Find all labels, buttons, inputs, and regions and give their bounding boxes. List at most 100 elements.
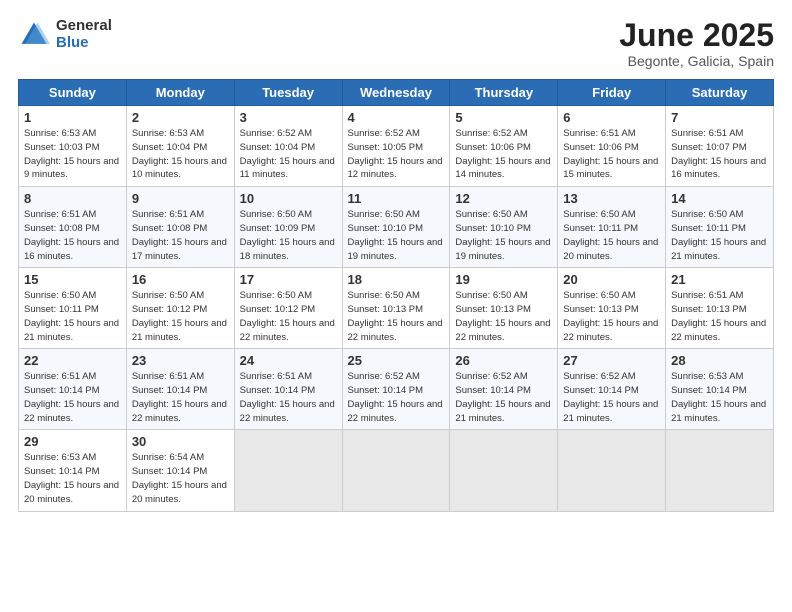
calendar-cell: 16 Sunrise: 6:50 AMSunset: 10:12 PMDayli… [126,268,234,349]
calendar-week-row: 8 Sunrise: 6:51 AMSunset: 10:08 PMDaylig… [19,187,774,268]
calendar-cell: 10 Sunrise: 6:50 AMSunset: 10:09 PMDayli… [234,187,342,268]
logo-text: General Blue [56,18,112,51]
header-tuesday: Tuesday [234,80,342,106]
calendar-cell: 1 Sunrise: 6:53 AMSunset: 10:03 PMDaylig… [19,106,127,187]
calendar: Sunday Monday Tuesday Wednesday Thursday… [18,79,774,511]
day-info: Sunrise: 6:52 AMSunset: 10:06 PMDaylight… [455,128,550,180]
calendar-cell [558,430,666,511]
day-info: Sunrise: 6:51 AMSunset: 10:13 PMDaylight… [671,290,766,342]
day-info: Sunrise: 6:51 AMSunset: 10:14 PMDaylight… [24,371,119,423]
calendar-week-row: 1 Sunrise: 6:53 AMSunset: 10:03 PMDaylig… [19,106,774,187]
day-info: Sunrise: 6:51 AMSunset: 10:08 PMDaylight… [132,209,227,261]
header-saturday: Saturday [666,80,774,106]
day-number: 22 [24,353,121,368]
header-thursday: Thursday [450,80,558,106]
day-number: 7 [671,110,768,125]
day-info: Sunrise: 6:50 AMSunset: 10:12 PMDaylight… [132,290,227,342]
logo-icon [18,19,50,51]
calendar-cell: 13 Sunrise: 6:50 AMSunset: 10:11 PMDayli… [558,187,666,268]
day-info: Sunrise: 6:51 AMSunset: 10:06 PMDaylight… [563,128,658,180]
day-number: 21 [671,272,768,287]
calendar-cell: 27 Sunrise: 6:52 AMSunset: 10:14 PMDayli… [558,349,666,430]
day-number: 28 [671,353,768,368]
day-number: 19 [455,272,552,287]
day-info: Sunrise: 6:50 AMSunset: 10:11 PMDaylight… [24,290,119,342]
calendar-cell: 6 Sunrise: 6:51 AMSunset: 10:06 PMDaylig… [558,106,666,187]
logo-general: General [56,18,112,35]
calendar-cell: 7 Sunrise: 6:51 AMSunset: 10:07 PMDaylig… [666,106,774,187]
calendar-cell: 21 Sunrise: 6:51 AMSunset: 10:13 PMDayli… [666,268,774,349]
day-info: Sunrise: 6:50 AMSunset: 10:11 PMDaylight… [563,209,658,261]
header-sunday: Sunday [19,80,127,106]
day-info: Sunrise: 6:51 AMSunset: 10:08 PMDaylight… [24,209,119,261]
calendar-cell: 11 Sunrise: 6:50 AMSunset: 10:10 PMDayli… [342,187,450,268]
day-info: Sunrise: 6:50 AMSunset: 10:10 PMDaylight… [348,209,443,261]
day-number: 5 [455,110,552,125]
day-number: 16 [132,272,229,287]
page: General Blue June 2025 Begonte, Galicia,… [0,0,792,612]
calendar-cell: 2 Sunrise: 6:53 AMSunset: 10:04 PMDaylig… [126,106,234,187]
day-number: 30 [132,434,229,449]
day-number: 15 [24,272,121,287]
day-info: Sunrise: 6:50 AMSunset: 10:13 PMDaylight… [563,290,658,342]
calendar-cell: 24 Sunrise: 6:51 AMSunset: 10:14 PMDayli… [234,349,342,430]
calendar-cell: 5 Sunrise: 6:52 AMSunset: 10:06 PMDaylig… [450,106,558,187]
calendar-cell [450,430,558,511]
title-area: June 2025 Begonte, Galicia, Spain [619,18,774,69]
logo: General Blue [18,18,112,51]
day-number: 24 [240,353,337,368]
day-number: 17 [240,272,337,287]
calendar-cell: 26 Sunrise: 6:52 AMSunset: 10:14 PMDayli… [450,349,558,430]
calendar-cell: 12 Sunrise: 6:50 AMSunset: 10:10 PMDayli… [450,187,558,268]
calendar-header-row: Sunday Monday Tuesday Wednesday Thursday… [19,80,774,106]
day-number: 10 [240,191,337,206]
header-monday: Monday [126,80,234,106]
day-number: 14 [671,191,768,206]
calendar-cell: 25 Sunrise: 6:52 AMSunset: 10:14 PMDayli… [342,349,450,430]
calendar-week-row: 22 Sunrise: 6:51 AMSunset: 10:14 PMDayli… [19,349,774,430]
header-wednesday: Wednesday [342,80,450,106]
calendar-cell: 18 Sunrise: 6:50 AMSunset: 10:13 PMDayli… [342,268,450,349]
calendar-cell [666,430,774,511]
day-info: Sunrise: 6:52 AMSunset: 10:05 PMDaylight… [348,128,443,180]
day-number: 8 [24,191,121,206]
logo-blue: Blue [56,35,112,52]
day-info: Sunrise: 6:52 AMSunset: 10:14 PMDaylight… [455,371,550,423]
day-info: Sunrise: 6:53 AMSunset: 10:04 PMDaylight… [132,128,227,180]
calendar-cell: 19 Sunrise: 6:50 AMSunset: 10:13 PMDayli… [450,268,558,349]
header-friday: Friday [558,80,666,106]
day-number: 9 [132,191,229,206]
calendar-cell: 17 Sunrise: 6:50 AMSunset: 10:12 PMDayli… [234,268,342,349]
day-number: 23 [132,353,229,368]
day-info: Sunrise: 6:53 AMSunset: 10:14 PMDaylight… [671,371,766,423]
day-number: 1 [24,110,121,125]
calendar-cell: 29 Sunrise: 6:53 AMSunset: 10:14 PMDayli… [19,430,127,511]
calendar-cell [342,430,450,511]
day-info: Sunrise: 6:50 AMSunset: 10:13 PMDaylight… [455,290,550,342]
day-info: Sunrise: 6:53 AMSunset: 10:03 PMDaylight… [24,128,119,180]
calendar-cell: 8 Sunrise: 6:51 AMSunset: 10:08 PMDaylig… [19,187,127,268]
calendar-cell: 20 Sunrise: 6:50 AMSunset: 10:13 PMDayli… [558,268,666,349]
day-info: Sunrise: 6:51 AMSunset: 10:14 PMDaylight… [132,371,227,423]
day-info: Sunrise: 6:51 AMSunset: 10:14 PMDaylight… [240,371,335,423]
header: General Blue June 2025 Begonte, Galicia,… [18,18,774,69]
calendar-cell [234,430,342,511]
calendar-cell: 28 Sunrise: 6:53 AMSunset: 10:14 PMDayli… [666,349,774,430]
subtitle: Begonte, Galicia, Spain [619,53,774,69]
day-info: Sunrise: 6:50 AMSunset: 10:13 PMDaylight… [348,290,443,342]
day-number: 27 [563,353,660,368]
day-info: Sunrise: 6:51 AMSunset: 10:07 PMDaylight… [671,128,766,180]
day-number: 25 [348,353,445,368]
calendar-cell: 14 Sunrise: 6:50 AMSunset: 10:11 PMDayli… [666,187,774,268]
day-number: 11 [348,191,445,206]
day-number: 6 [563,110,660,125]
calendar-cell: 3 Sunrise: 6:52 AMSunset: 10:04 PMDaylig… [234,106,342,187]
day-info: Sunrise: 6:52 AMSunset: 10:04 PMDaylight… [240,128,335,180]
calendar-cell: 23 Sunrise: 6:51 AMSunset: 10:14 PMDayli… [126,349,234,430]
day-number: 12 [455,191,552,206]
day-info: Sunrise: 6:50 AMSunset: 10:09 PMDaylight… [240,209,335,261]
calendar-cell: 30 Sunrise: 6:54 AMSunset: 10:14 PMDayli… [126,430,234,511]
day-info: Sunrise: 6:53 AMSunset: 10:14 PMDaylight… [24,452,119,504]
day-number: 13 [563,191,660,206]
day-number: 20 [563,272,660,287]
